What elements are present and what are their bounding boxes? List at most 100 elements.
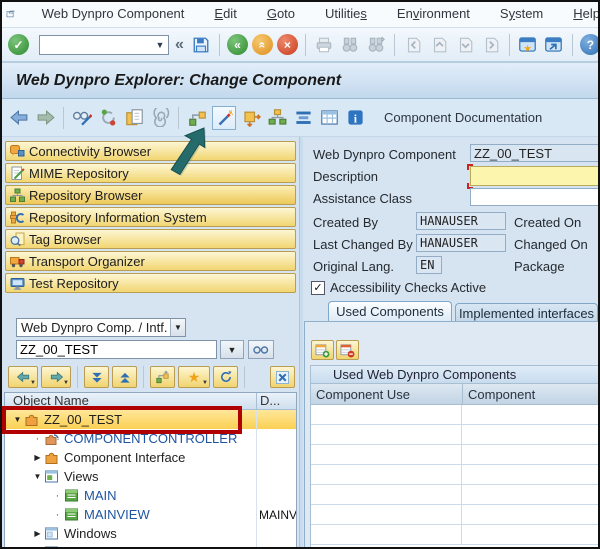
object-name-history-button[interactable]: ▼ [220, 340, 244, 359]
tree-row-windows[interactable]: ▶ Windows [5, 524, 296, 543]
table-view-icon[interactable] [318, 107, 340, 129]
used-components-panel: Used Web Dynpro Components Component Use… [304, 321, 600, 549]
back-arrow-icon[interactable] [8, 107, 30, 129]
transport-organizer-icon [10, 254, 25, 269]
tree-row-web-dynpro-applications[interactable]: ▶ Web Dynpro Applications [5, 543, 296, 549]
object-type-select[interactable]: Web Dynpro Comp. / Intf. ▼ [16, 318, 186, 337]
browser-button-test-repository[interactable]: Test Repository [5, 273, 296, 293]
tree-row-views[interactable]: ▼ Views [5, 467, 296, 486]
table-row[interactable] [311, 445, 600, 465]
tree-row-main[interactable]: · MAIN [5, 486, 296, 505]
browser-button-transport[interactable]: Transport Organizer [5, 251, 296, 271]
tab-implemented-interfaces[interactable]: Implemented interfaces [455, 303, 598, 323]
spiral-icon[interactable] [149, 107, 171, 129]
cancel-icon[interactable]: × [277, 34, 298, 55]
browser-button-connectivity[interactable]: Connectivity Browser [5, 141, 296, 161]
favorites-button[interactable]: ★▼ [178, 366, 210, 388]
command-input[interactable] [40, 37, 152, 53]
collapse-all-button[interactable] [112, 366, 137, 388]
repository-browser-icon [10, 188, 25, 203]
delete-row-button[interactable] [336, 340, 359, 360]
collapse-node-icon[interactable]: ▼ [11, 415, 24, 424]
tree-node-label: MAINVIEW [84, 507, 150, 522]
tree-header[interactable]: Object Name D... [5, 393, 296, 410]
menu-system[interactable]: System [500, 6, 543, 21]
description-input[interactable] [470, 166, 600, 186]
table-row[interactable] [311, 505, 600, 525]
browser-button-label: Test Repository [29, 276, 119, 291]
display-other-object-icon[interactable] [240, 107, 262, 129]
expand-node-icon[interactable]: ▶ [31, 453, 44, 462]
menu-goto[interactable]: Goto [267, 6, 295, 21]
object-name-input[interactable] [16, 340, 217, 359]
tab-used-components[interactable]: Used Components [328, 301, 452, 321]
tree-toolbar: ▼ ▼ ★▼ [8, 366, 295, 388]
table-row[interactable] [311, 405, 600, 425]
browser-button-repository[interactable]: Repository Browser [5, 185, 296, 205]
accessibility-checkbox[interactable]: ✓ [311, 281, 325, 295]
tree-row-mainview[interactable]: · MAINVIEW MAINV [5, 505, 296, 524]
browser-button-tag[interactable]: Tag Browser [5, 229, 296, 249]
tree-row-componentcontroller[interactable]: · COMPONENTCONTROLLER [5, 429, 296, 448]
table-row[interactable] [311, 425, 600, 445]
required-marker [467, 164, 473, 170]
object-structure-icon[interactable] [186, 107, 208, 129]
tree-row-component-interface[interactable]: ▶ Component Interface [5, 448, 296, 467]
menu-web-dynpro-component[interactable]: Web Dynpro Component [42, 6, 185, 21]
create-shortcut-icon[interactable] [543, 34, 565, 56]
menu-environment[interactable]: Environment [397, 6, 470, 21]
info-icon[interactable]: i [344, 107, 366, 129]
close-browser-button[interactable] [270, 366, 295, 388]
insert-row-button[interactable] [311, 340, 334, 360]
tree-row-component[interactable]: ▼ ZZ_00_TEST [5, 410, 296, 429]
browser-button-label: Transport Organizer [29, 254, 145, 269]
table-row[interactable] [311, 485, 600, 505]
enter-icon[interactable]: ✓ [8, 34, 29, 55]
history-back-button[interactable]: ▼ [8, 366, 38, 388]
created-by-field: HANAUSER [416, 212, 506, 230]
table-row[interactable] [311, 525, 600, 545]
delete-row-icon [340, 343, 355, 358]
toolbar-separator [244, 366, 245, 388]
open-object-button[interactable] [150, 366, 175, 388]
browser-button-repo-info-system[interactable]: Repository Information System [5, 207, 296, 227]
component-documentation-button[interactable]: Component Documentation [384, 110, 542, 125]
refresh-icon[interactable] [97, 107, 119, 129]
table-row[interactable] [311, 465, 600, 485]
expand-node-icon[interactable]: ▶ [31, 529, 44, 538]
command-dropdown-icon[interactable]: ▼ [152, 36, 168, 54]
applications-folder-icon [44, 545, 60, 549]
forward-arrow-icon[interactable] [34, 107, 56, 129]
exit-icon[interactable]: « [252, 34, 273, 55]
collapse-node-icon[interactable]: ▼ [31, 472, 44, 481]
system-menu-icon[interactable] [6, 6, 16, 22]
sort-levels-icon[interactable] [292, 107, 314, 129]
expand-all-button[interactable] [84, 366, 109, 388]
original-lang-label: Original Lang. [313, 259, 394, 274]
column-component[interactable]: Component [463, 384, 600, 404]
menu-edit[interactable]: Edit [214, 6, 236, 21]
menu-utilities[interactable]: Utilities [325, 6, 367, 21]
history-forward-button[interactable]: ▼ [41, 366, 71, 388]
command-field[interactable]: ▼ [39, 35, 169, 55]
display-change-icon[interactable] [71, 107, 93, 129]
save-icon[interactable] [190, 34, 212, 56]
display-object-button[interactable] [248, 340, 274, 359]
tree-header-description[interactable]: D... [256, 393, 296, 409]
help-icon[interactable]: ? [580, 34, 600, 55]
browser-button-label: MIME Repository [29, 166, 129, 181]
object-list-icon[interactable] [266, 107, 288, 129]
column-component-use[interactable]: Component Use [311, 384, 463, 404]
accessibility-label: Accessibility Checks Active [330, 280, 486, 295]
menu-help[interactable]: Help [573, 6, 600, 21]
copy-icon[interactable] [123, 107, 145, 129]
browser-button-mime[interactable]: MIME Repository [5, 163, 296, 183]
new-session-icon[interactable]: ★ [517, 34, 539, 56]
refresh-tree-button[interactable] [213, 366, 238, 388]
object-type-dropdown-icon[interactable]: ▼ [170, 319, 185, 336]
tree-header-object-name[interactable]: Object Name [5, 393, 256, 409]
collapse-icon[interactable]: « [175, 36, 184, 54]
back-icon[interactable]: « [227, 34, 248, 55]
assistance-class-input[interactable] [470, 188, 600, 206]
edit-object-button[interactable] [212, 106, 236, 130]
